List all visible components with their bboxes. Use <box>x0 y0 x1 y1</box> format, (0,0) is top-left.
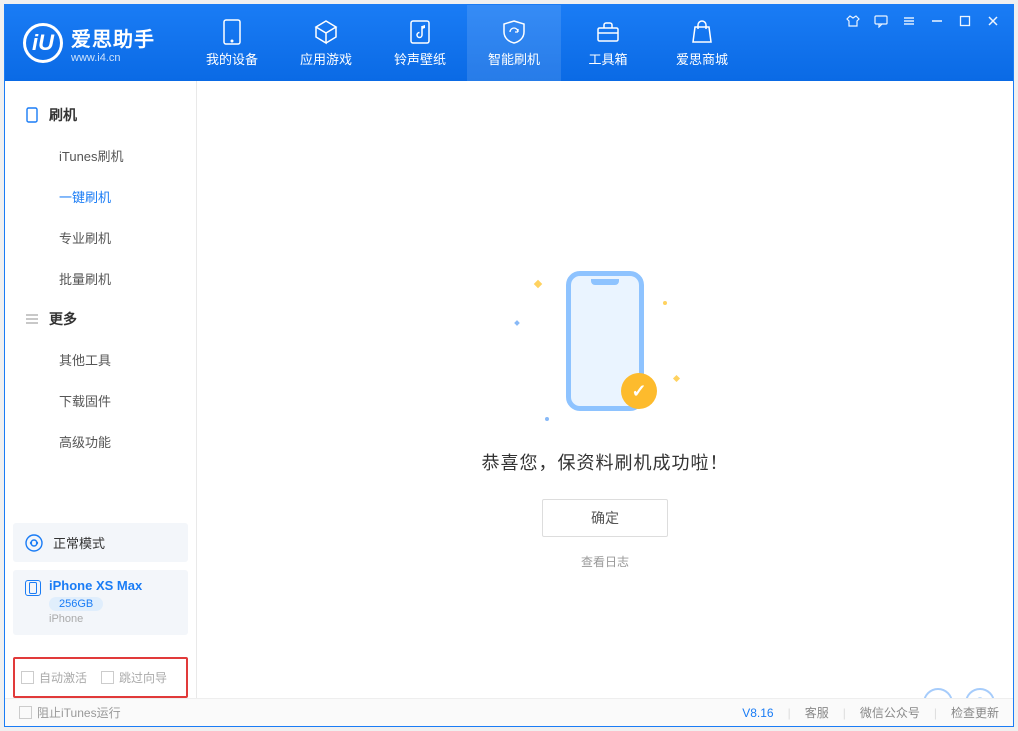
nav-toolbox[interactable]: 工具箱 <box>561 5 655 81</box>
check-badge-icon: ✓ <box>621 373 657 409</box>
nav-label: 爱思商城 <box>676 49 728 68</box>
wechat-link[interactable]: 微信公众号 <box>860 704 920 721</box>
nav-label: 铃声壁纸 <box>394 49 446 68</box>
version-label: V8.16 <box>742 706 773 720</box>
skip-guide-checkbox[interactable]: 跳过向导 <box>101 669 167 686</box>
sidebar-item-onekey-flash[interactable]: 一键刷机 <box>5 176 196 217</box>
phone-icon <box>25 108 39 122</box>
view-log-link[interactable]: 查看日志 <box>581 553 629 570</box>
logo-text: 爱思助手 www.i4.cn <box>71 23 155 64</box>
logo-cn: 爱思助手 <box>71 23 155 52</box>
music-note-icon <box>407 19 433 45</box>
mode-label: 正常模式 <box>53 533 105 552</box>
app-logo: iU 爱思助手 www.i4.cn <box>5 23 173 64</box>
window-controls <box>845 13 1001 29</box>
nav-label: 应用游戏 <box>300 49 352 68</box>
success-illustration: ✓ <box>535 271 675 421</box>
close-button[interactable] <box>985 13 1001 29</box>
nav-apps-games[interactable]: 应用游戏 <box>279 5 373 81</box>
dot-icon <box>663 301 667 305</box>
block-itunes-checkbox[interactable]: 阻止iTunes运行 <box>19 704 121 721</box>
sidebar-bottom: 正常模式 iPhone XS Max 256GB iPhone <box>5 515 196 651</box>
auto-activate-checkbox[interactable]: 自动激活 <box>21 669 87 686</box>
sidebar-item-pro-flash[interactable]: 专业刷机 <box>5 217 196 258</box>
sparkle-icon <box>514 320 520 326</box>
checkbox-icon <box>19 706 32 719</box>
shopping-bag-icon <box>689 19 715 45</box>
sidebar-item-itunes-flash[interactable]: iTunes刷机 <box>5 135 196 176</box>
refresh-shield-icon <box>501 19 527 45</box>
sidebar-item-other-tools[interactable]: 其他工具 <box>5 339 196 380</box>
skip-guide-label: 跳过向导 <box>119 671 167 685</box>
device-card[interactable]: iPhone XS Max 256GB iPhone <box>13 570 188 635</box>
list-icon <box>25 312 39 326</box>
nav-smart-flash[interactable]: 智能刷机 <box>467 5 561 81</box>
minimize-button[interactable] <box>929 13 945 29</box>
sparkle-icon <box>673 375 680 382</box>
sidebar-item-batch-flash[interactable]: 批量刷机 <box>5 258 196 299</box>
dot-icon <box>545 417 549 421</box>
device-type: iPhone <box>49 613 176 625</box>
menu-icon[interactable] <box>901 13 917 29</box>
status-bar: 阻止iTunes运行 V8.16 | 客服 | 微信公众号 | 检查更新 <box>5 698 1013 726</box>
device-icon <box>219 19 245 45</box>
body: 刷机 iTunes刷机 一键刷机 专业刷机 批量刷机 更多 其他工具 下载固件 … <box>5 81 1013 698</box>
top-nav: 我的设备 应用游戏 铃声壁纸 智能刷机 工具箱 爱思商城 <box>185 5 749 81</box>
auto-activate-label: 自动激活 <box>39 671 87 685</box>
toolbox-icon <box>595 19 621 45</box>
sidebar-group-more: 更多 <box>5 299 196 339</box>
sidebar-scroll: 刷机 iTunes刷机 一键刷机 专业刷机 批量刷机 更多 其他工具 下载固件 … <box>5 81 196 515</box>
maximize-button[interactable] <box>957 13 973 29</box>
app-window: iU 爱思助手 www.i4.cn 我的设备 应用游戏 铃声壁纸 智能刷机 <box>4 4 1014 727</box>
group-title-label: 更多 <box>49 309 77 329</box>
nav-my-device[interactable]: 我的设备 <box>185 5 279 81</box>
ok-button[interactable]: 确定 <box>542 499 668 537</box>
sidebar-item-advanced[interactable]: 高级功能 <box>5 421 196 462</box>
mode-card[interactable]: 正常模式 <box>13 523 188 562</box>
checkbox-icon <box>101 671 114 684</box>
cube-icon <box>313 19 339 45</box>
sync-icon <box>25 534 43 552</box>
nav-label: 我的设备 <box>206 49 258 68</box>
group-title-label: 刷机 <box>49 105 77 125</box>
sidebar: 刷机 iTunes刷机 一键刷机 专业刷机 批量刷机 更多 其他工具 下载固件 … <box>5 81 197 698</box>
check-update-link[interactable]: 检查更新 <box>951 704 999 721</box>
device-name: iPhone XS Max <box>49 578 176 593</box>
nav-label: 工具箱 <box>588 49 627 68</box>
flash-options-row: 自动激活 跳过向导 <box>13 657 188 698</box>
shirt-icon[interactable] <box>845 13 861 29</box>
nav-ringtones[interactable]: 铃声壁纸 <box>373 5 467 81</box>
nav-label: 智能刷机 <box>488 49 540 68</box>
sidebar-item-download-firmware[interactable]: 下载固件 <box>5 380 196 421</box>
main-content: ✓ 恭喜您，保资料刷机成功啦！ 确定 查看日志 <box>197 81 1013 698</box>
device-storage-chip: 256GB <box>49 597 103 611</box>
logo-mark-icon: iU <box>23 23 63 63</box>
sparkle-icon <box>534 280 542 288</box>
checkbox-icon <box>21 671 34 684</box>
logo-en: www.i4.cn <box>71 52 155 64</box>
success-message: 恭喜您，保资料刷机成功啦！ <box>482 449 729 475</box>
feedback-icon[interactable] <box>873 13 889 29</box>
nav-store[interactable]: 爱思商城 <box>655 5 749 81</box>
header-bar: iU 爱思助手 www.i4.cn 我的设备 应用游戏 铃声壁纸 智能刷机 <box>5 5 1013 81</box>
sidebar-group-flash: 刷机 <box>5 95 196 135</box>
block-itunes-label: 阻止iTunes运行 <box>37 706 121 720</box>
support-link[interactable]: 客服 <box>805 704 829 721</box>
